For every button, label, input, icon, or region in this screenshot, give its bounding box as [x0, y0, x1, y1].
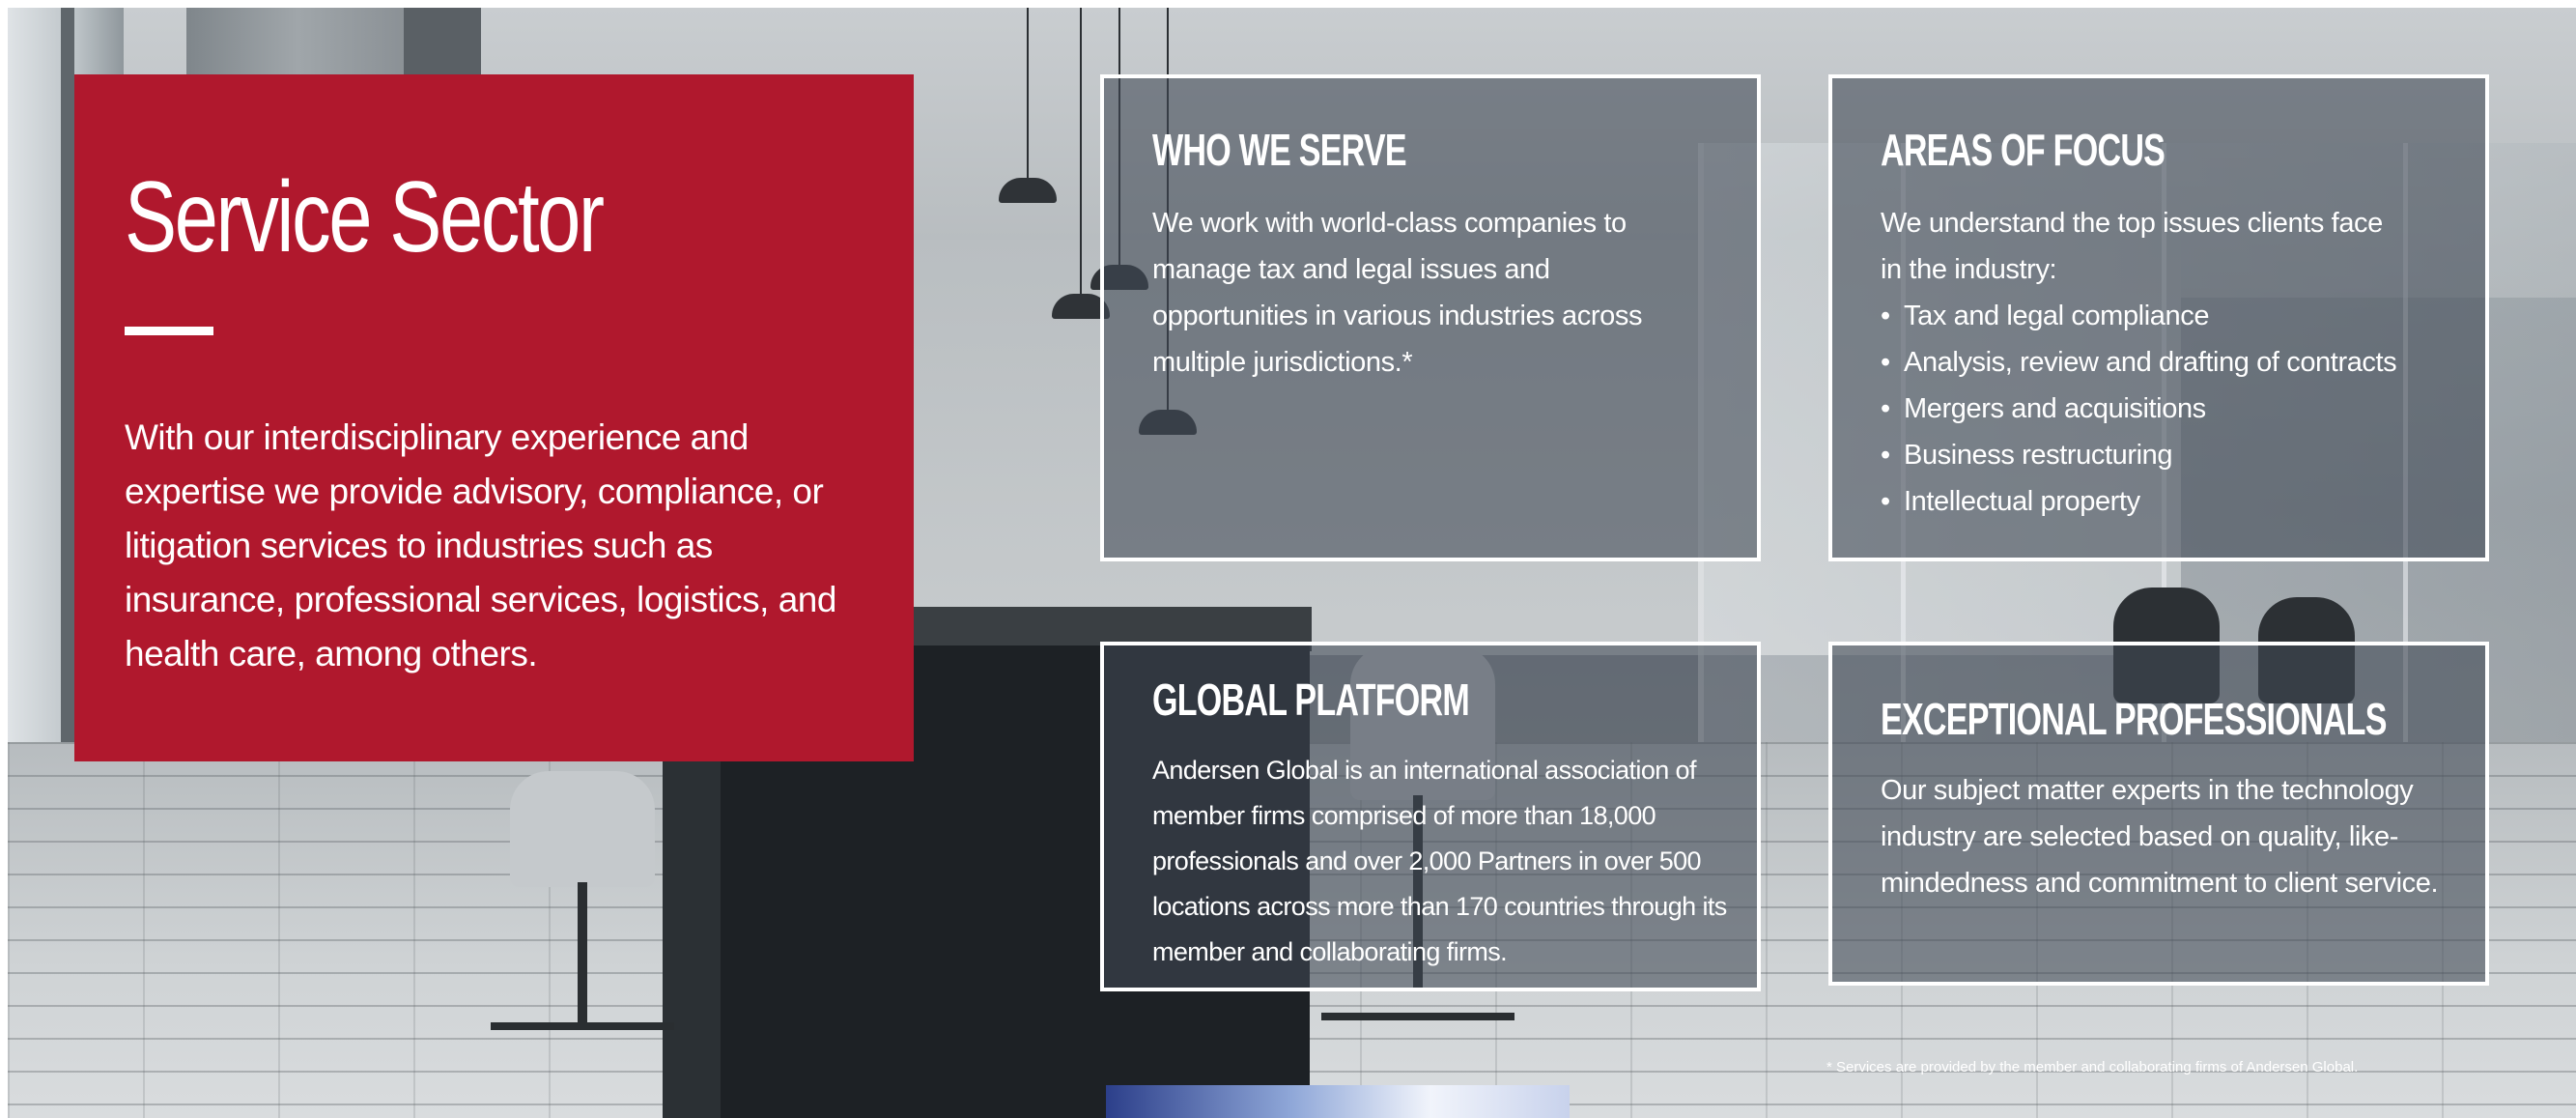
card-intro: We understand the top issues clients fac… — [1881, 208, 2383, 285]
page-title: Service Sector — [125, 161, 605, 273]
card-body: Andersen Global is an international asso… — [1152, 756, 1727, 966]
card-exceptional-professionals: EXCEPTIONAL PROFESSIONALS Our subject ma… — [1828, 642, 2489, 986]
card-body: We work with world-class companies to ma… — [1152, 208, 1643, 378]
card-body: We understand the top issues clients fac… — [1881, 200, 2460, 525]
list-item: Analysis, review and drafting of contrac… — [1881, 339, 2460, 386]
card-areas-of-focus: AREAS OF FOCUS We understand the top iss… — [1828, 74, 2489, 561]
card-title: AREAS OF FOCUS — [1881, 125, 2166, 175]
card-who-we-serve: WHO WE SERVE We work with world-class co… — [1100, 74, 1761, 561]
lamp-cord — [1080, 8, 1082, 298]
pendant-lamp-icon — [999, 178, 1057, 203]
chair-base — [1321, 1013, 1514, 1020]
focus-list: Tax and legal compliance Analysis, revie… — [1881, 293, 2460, 525]
chair-leg — [578, 882, 587, 1027]
lamp-cord — [1027, 8, 1029, 182]
card-body: Our subject matter experts in the techno… — [1881, 775, 2439, 899]
list-item: Tax and legal compliance — [1881, 293, 2460, 339]
hero-panel: Service Sector With our interdisciplinar… — [74, 74, 914, 761]
list-item: Intellectual property — [1881, 478, 2460, 525]
chair-base — [491, 1022, 674, 1030]
next-photo-strip — [1106, 1085, 1570, 1118]
card-title: EXCEPTIONAL PROFESSIONALS — [1881, 694, 2387, 744]
hero-description: With our interdisciplinary experience an… — [125, 417, 836, 674]
card-title: WHO WE SERVE — [1152, 125, 1407, 175]
office-chair-icon — [510, 771, 655, 887]
list-item: Mergers and acquisitions — [1881, 386, 2460, 432]
footnote: * Services are provided by the member an… — [1826, 1059, 2359, 1075]
card-global-platform: GLOBAL PLATFORM Andersen Global is an in… — [1100, 642, 1761, 991]
list-item: Business restructuring — [1881, 432, 2460, 478]
title-divider — [125, 327, 213, 335]
card-title: GLOBAL PLATFORM — [1152, 674, 1470, 725]
